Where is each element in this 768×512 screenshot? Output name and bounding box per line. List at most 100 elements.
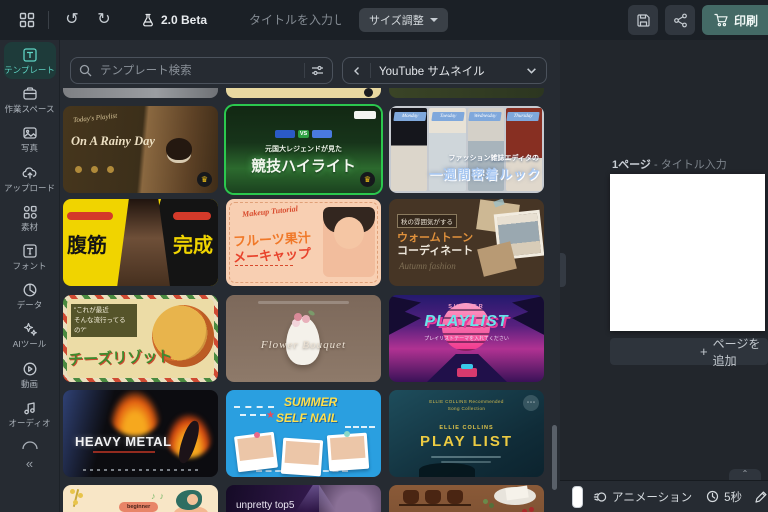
design-page-canvas[interactable] <box>610 174 765 331</box>
sidebar-item-templates[interactable]: テンプレート <box>4 42 56 79</box>
template-thumbnail-playlist[interactable]: ⋯ ELLIE COLLINS Recommended Song Collect… <box>389 390 544 477</box>
silhouette-decoration <box>419 463 475 477</box>
caption-bar-decoration <box>258 301 349 304</box>
resize-button[interactable]: サイズ調整 <box>359 8 448 32</box>
herb-decoration <box>483 499 488 504</box>
template-thumbnail-fashion[interactable]: Monday Tuesday Wednesday Thursday ファッション… <box>389 106 544 193</box>
arc-icon <box>21 438 39 450</box>
weekday-ribbons: Monday Tuesday Wednesday Thursday <box>391 112 542 121</box>
flask-icon <box>141 13 155 27</box>
sidebar-item-upload[interactable]: アップロード <box>4 160 56 197</box>
undo-button[interactable]: ↺ <box>57 5 87 35</box>
page-label: 1ページ - タイトル入力 <box>612 156 727 172</box>
print-button[interactable]: 印刷 <box>702 5 768 35</box>
template-tag <box>354 111 376 119</box>
sidebar-collapse-button[interactable]: « <box>26 456 33 471</box>
template-search-input[interactable] <box>98 64 298 78</box>
apps-menu-button[interactable] <box>12 5 42 35</box>
share-icon <box>673 13 688 28</box>
sidebar-item-fonts[interactable]: フォント <box>4 238 56 275</box>
animation-button[interactable]: アニメーション <box>593 489 692 505</box>
redo-button[interactable]: ↻ <box>89 5 119 35</box>
nail-polaroid-photo <box>281 438 323 477</box>
red-label-decoration <box>67 212 113 220</box>
bottom-toolbar: アニメーション 5秒 <box>560 480 768 512</box>
sidebar-item-workspace[interactable]: 作業スペース <box>4 81 56 118</box>
rack-decoration <box>399 504 471 506</box>
template-thumbnail-partial[interactable] <box>389 88 544 98</box>
chevron-down-icon <box>430 18 438 22</box>
sidebar-item-video[interactable]: 動画 <box>4 356 56 393</box>
sidebar-item-elements[interactable]: 素材 <box>4 199 56 236</box>
chevron-down-icon <box>526 65 537 76</box>
search-divider <box>304 63 305 78</box>
scrollbar-thumb[interactable] <box>552 425 557 490</box>
template-thumbnail-beginner[interactable]: ♪♪ beginner <box>63 485 218 512</box>
sprig-decoration <box>70 489 75 494</box>
leaf-decoration <box>307 310 315 317</box>
template-thumbnail-hiphop[interactable]: unpretty top5 HIPHOP <box>226 485 381 512</box>
collapse-icon: « <box>26 456 33 471</box>
save-button[interactable] <box>628 5 658 35</box>
duration-button[interactable]: 5秒 <box>706 489 742 505</box>
footer-text-decoration <box>83 469 198 471</box>
category-divider <box>370 63 371 78</box>
canele-photo <box>447 490 463 504</box>
template-thumbnail-playlist-synthwave[interactable]: SUMMER PLAYLIST プレイリストテーマを入れてください <box>389 295 544 382</box>
topbar-actions: 印刷 <box>628 5 768 35</box>
template-thumbnail-rainy-day[interactable]: Today's Playlist On A Rainy Day ♛ <box>63 106 218 193</box>
wave-decoration <box>345 426 375 428</box>
sidebar-item-data[interactable]: データ <box>4 277 56 314</box>
sidebar-item-ai-tools[interactable]: AIツール <box>4 316 56 353</box>
animation-icon <box>593 490 607 504</box>
chevron-up-icon: ⌃ <box>742 469 749 478</box>
sidebar-item-partial[interactable] <box>21 438 39 450</box>
page-title-placeholder[interactable]: タイトル入力 <box>661 159 727 171</box>
workspace-icon <box>22 86 38 102</box>
data-icon <box>22 282 38 298</box>
pin-decoration <box>254 432 260 438</box>
gold-dots-decoration <box>75 166 82 173</box>
sidebar-item-photos[interactable]: 写真 <box>4 120 56 157</box>
search-icon <box>79 64 92 77</box>
draw-button[interactable] <box>754 490 768 504</box>
chevron-left-icon <box>352 66 362 76</box>
template-thumbnail-self-nail[interactable]: ★ SUMMER SELF NAIL <box>226 390 381 477</box>
template-thumbnail-autumn[interactable]: 秋の雰囲気がする ウォームトーン コーディネート Autumn fashion <box>389 199 544 286</box>
add-page-button[interactable]: + ページを追加 <box>610 338 768 365</box>
pencil-icon <box>754 490 768 504</box>
template-thumbnail-flower-bouquet[interactable]: Flower Bouquet <box>226 295 381 382</box>
plus-icon: + <box>700 344 708 359</box>
panel-collapse-handle[interactable] <box>560 253 566 287</box>
category-selector[interactable]: YouTube サムネイル <box>342 57 547 84</box>
design-title-input[interactable] <box>247 12 343 28</box>
template-thumbnail-sports-selected[interactable]: VS 元国大レジェンドが見た 競技ハイライト ♛ <box>226 106 381 193</box>
template-search-box <box>70 57 333 84</box>
template-thumbnail-workout[interactable]: 腹筋 完成 <box>63 199 218 286</box>
pin-decoration <box>344 431 350 437</box>
share-button[interactable] <box>665 5 695 35</box>
clock-icon <box>706 490 719 503</box>
template-thumbnail-makeup[interactable]: Makeup Tutorial フルーツ果汁 メーキャップ <box>226 199 381 286</box>
beta-badge: 2.0 Beta <box>141 13 207 27</box>
premium-crown-badge: ♛ <box>360 172 375 187</box>
template-thumbnail-cheese-risotto[interactable]: "これが最近そんな流行ってるの?" チーズリゾット <box>63 295 218 382</box>
nail-polaroid-photo <box>327 433 369 472</box>
grid-icon <box>19 12 35 28</box>
timeline-expand-tab[interactable]: ⌃ <box>729 469 761 480</box>
template-thumbnail-heavy-metal[interactable]: HEAVY METAL <box>63 390 218 477</box>
template-icon <box>22 47 38 63</box>
canvas-area: 1ページ - タイトル入力 + ページを追加 ⌃ <box>560 40 768 480</box>
berry-decoration <box>529 507 534 512</box>
music-notes-icon: ♪♪ <box>151 491 168 501</box>
page-color-swatch[interactable] <box>572 486 583 508</box>
template-thumbnail-dessert[interactable] <box>389 485 544 512</box>
flame-decoration <box>109 390 161 436</box>
template-thumbnail-partial[interactable] <box>226 88 381 98</box>
app-window: ↺ ↻ 2.0 Beta サイズ調整 <box>0 0 768 512</box>
car-decoration <box>457 368 477 377</box>
filter-sliders-icon[interactable] <box>311 64 324 77</box>
template-thumbnail-partial[interactable] <box>63 88 218 98</box>
coffee-cup-photo <box>166 138 192 160</box>
sidebar-item-audio[interactable]: オーディオ <box>4 395 56 432</box>
